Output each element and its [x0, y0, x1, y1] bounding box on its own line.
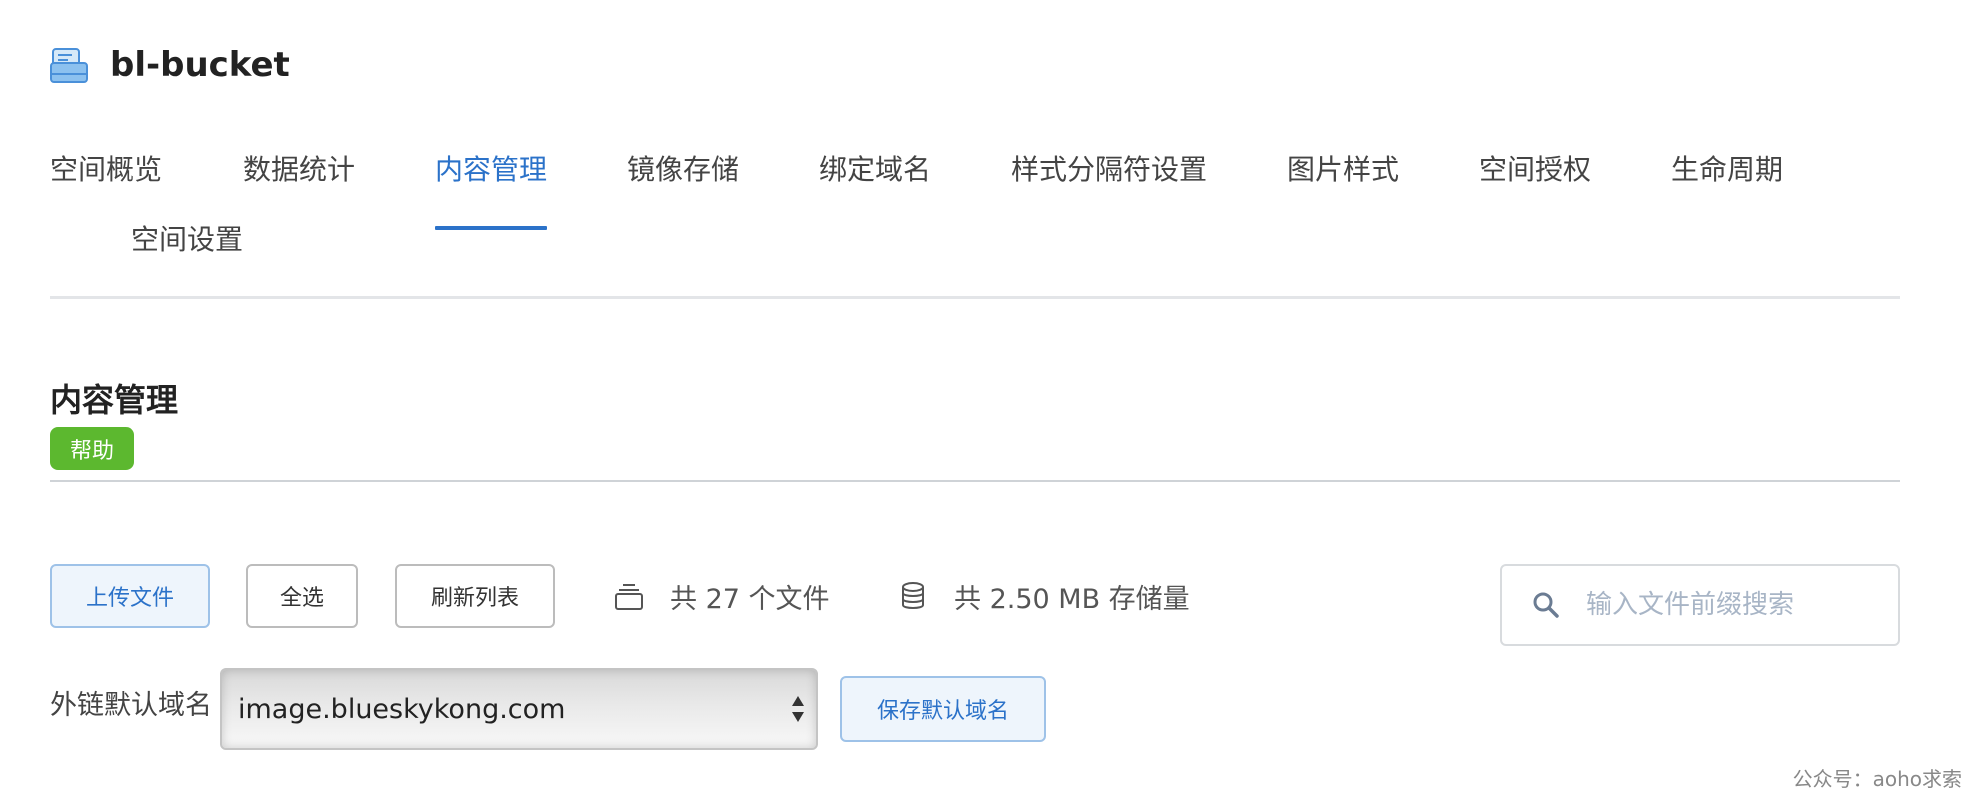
bucket-folder-icon [50, 46, 88, 84]
bucket-name: bl-bucket [110, 45, 290, 85]
tab-mirror-storage[interactable]: 镜像存储 [627, 150, 739, 190]
tab-label: 镜像存储 [627, 153, 740, 186]
tab-space-settings[interactable]: 空间设置 [131, 220, 243, 260]
tab-label: 空间设置 [131, 223, 244, 256]
search-box [1500, 564, 1900, 646]
file-count-text: 共 27 个文件 [670, 583, 830, 615]
save-default-domain-button[interactable]: 保存默认域名 [840, 676, 1046, 742]
tab-space-authorization[interactable]: 空间授权 [1479, 150, 1591, 190]
tabs-divider [50, 296, 1900, 299]
tab-label: 生命周期 [1671, 153, 1784, 186]
default-domain-label: 外链默认域名 [50, 690, 212, 721]
database-icon [898, 581, 928, 611]
search-icon [1532, 591, 1560, 619]
tab-style-separator[interactable]: 样式分隔符设置 [1011, 150, 1207, 190]
select-all-button[interactable]: 全选 [246, 564, 358, 628]
stack-icon [614, 581, 644, 611]
tab-label: 空间概览 [50, 153, 163, 186]
storage-text: 共 2.50 MB 存储量 [954, 583, 1190, 615]
tab-label: 数据统计 [243, 153, 356, 186]
tab-label: 绑定域名 [819, 153, 932, 186]
help-button[interactable]: 帮助 [50, 427, 134, 470]
tab-bind-domain[interactable]: 绑定域名 [819, 150, 931, 190]
section-divider [50, 480, 1900, 482]
upload-file-button[interactable]: 上传文件 [50, 564, 210, 628]
tab-content-management[interactable]: 内容管理 [435, 150, 548, 230]
tab-image-style[interactable]: 图片样式 [1287, 150, 1399, 190]
refresh-list-button[interactable]: 刷新列表 [395, 564, 555, 628]
tab-lifecycle[interactable]: 生命周期 [1671, 150, 1783, 190]
page-title: 内容管理 [50, 381, 179, 419]
default-domain-select[interactable]: image.blueskykong.com [220, 668, 818, 750]
tab-label: 空间授权 [1479, 153, 1592, 186]
active-tab-indicator [435, 226, 548, 230]
search-input[interactable] [1584, 589, 1888, 621]
storage-stat: 共 2.50 MB 存储量 [898, 574, 1190, 618]
tab-overview[interactable]: 空间概览 [50, 150, 162, 190]
file-count-stat: 共 27 个文件 [614, 574, 830, 618]
tab-label: 图片样式 [1287, 153, 1400, 186]
tab-label: 内容管理 [435, 153, 548, 186]
tab-label: 样式分隔符设置 [1011, 153, 1208, 186]
bucket-header: bl-bucket [50, 40, 290, 90]
watermark: 公众号：aoho求索 [1792, 767, 1962, 791]
default-domain-value: image.blueskykong.com [238, 693, 566, 725]
tab-statistics[interactable]: 数据统计 [243, 150, 355, 190]
select-arrows-icon [790, 692, 806, 726]
